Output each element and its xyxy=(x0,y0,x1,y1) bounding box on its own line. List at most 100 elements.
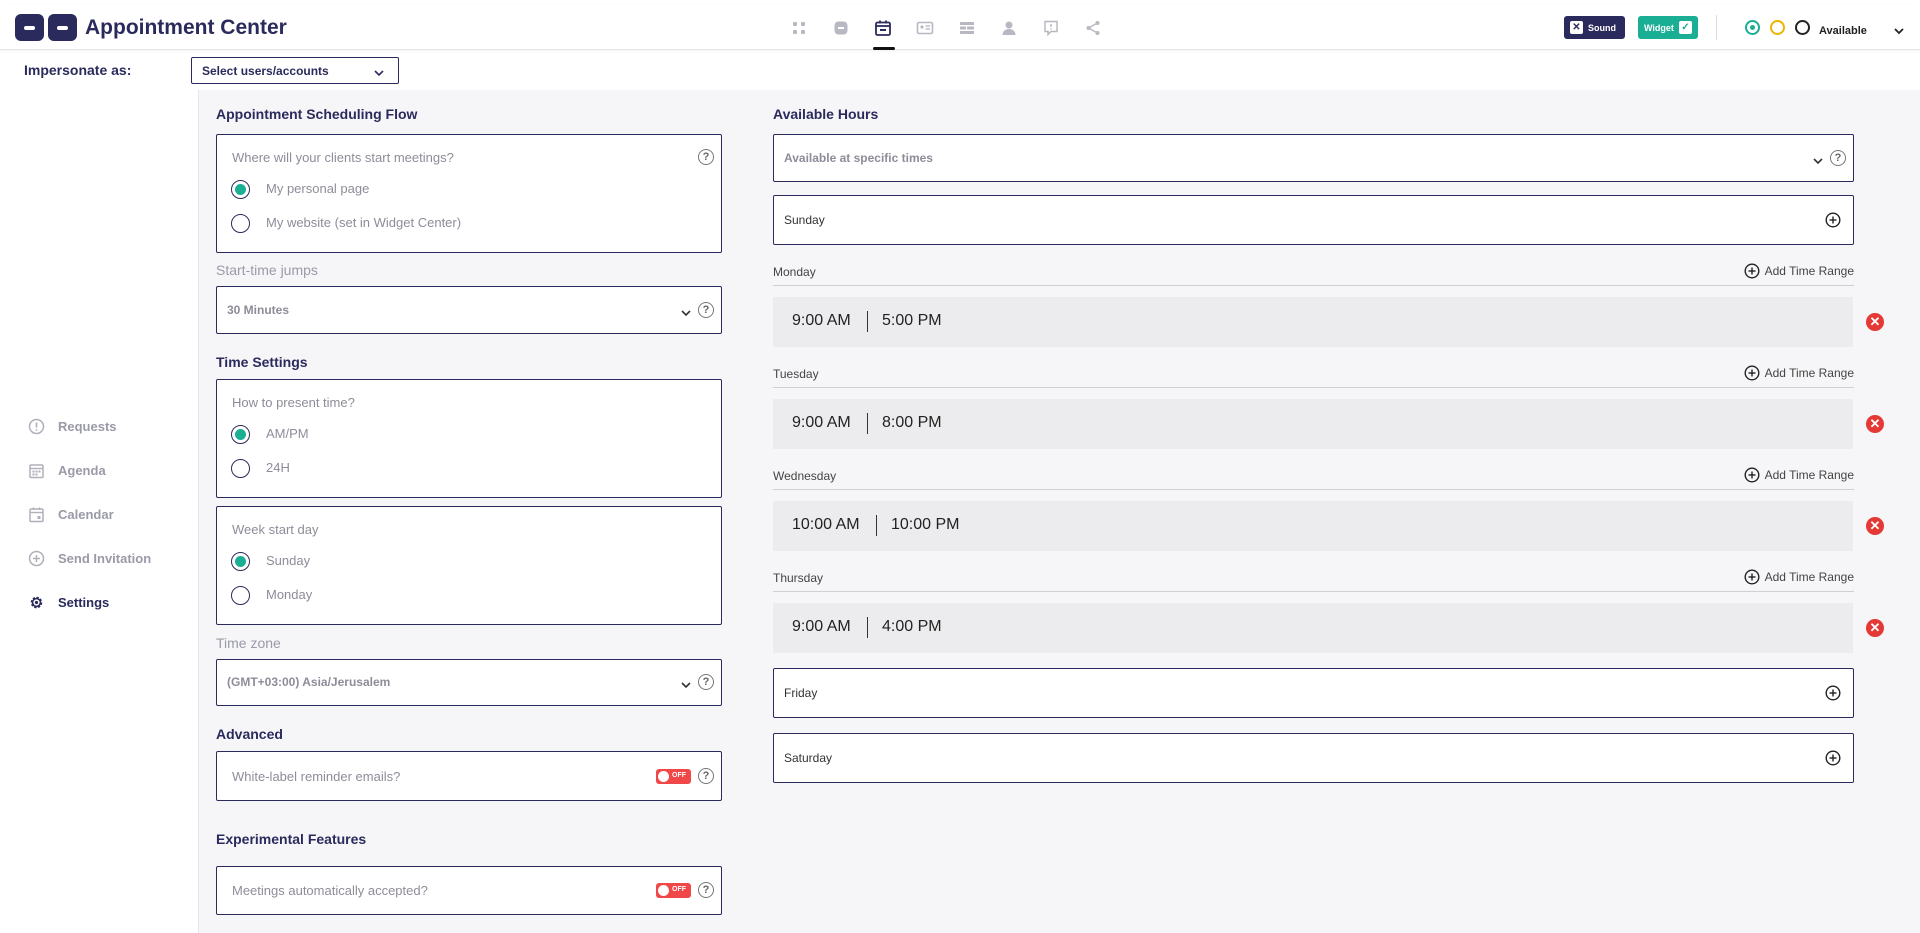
day-name: Thursday xyxy=(773,571,824,585)
auto-accept-toggle[interactable]: OFF xyxy=(656,883,691,898)
chat-icon[interactable] xyxy=(820,5,862,50)
sidebar-item-agenda[interactable]: Agenda xyxy=(28,462,106,479)
time-range-tuesday[interactable]: 9:00 AM 8:00 PM xyxy=(773,399,1853,449)
add-time-range-label: Add Time Range xyxy=(1764,570,1854,584)
day-name: Wednesday xyxy=(773,469,837,483)
help-icon[interactable]: ? xyxy=(698,882,714,898)
gear-icon xyxy=(30,596,43,609)
add-time-range-icon[interactable] xyxy=(1825,685,1841,706)
jumps-select[interactable]: 30 Minutes ? xyxy=(216,286,722,334)
add-time-range-icon[interactable] xyxy=(1825,750,1841,771)
user-icon[interactable] xyxy=(988,5,1030,50)
status-available-radio[interactable] xyxy=(1745,20,1760,35)
flow-option-website-radio[interactable] xyxy=(231,214,250,233)
add-time-range-icon[interactable] xyxy=(1825,212,1841,233)
day-row-sunday: Sunday xyxy=(773,195,1854,245)
whitelabel-card: White-label reminder emails? OFF ? xyxy=(216,751,722,801)
timezone-value: (GMT+03:00) Asia/Jerusalem xyxy=(227,675,391,689)
toggle-state: OFF xyxy=(672,772,686,779)
app-title: Appointment Center xyxy=(85,16,287,39)
sound-toggle[interactable]: ✕ Sound xyxy=(1564,16,1625,39)
share-icon[interactable] xyxy=(1072,5,1114,50)
day-name: Friday xyxy=(784,686,818,700)
widget-toggle[interactable]: Widget ✓ xyxy=(1638,16,1698,39)
apps-icon[interactable] xyxy=(778,5,820,50)
day-name: Tuesday xyxy=(773,367,819,381)
sidebar-item-settings[interactable]: Settings xyxy=(28,594,109,611)
status-menu-chevron-icon[interactable] xyxy=(1893,23,1905,41)
range-separator xyxy=(867,413,868,434)
sidebar-item-requests[interactable]: Requests xyxy=(28,418,117,435)
experimental-title: Experimental Features xyxy=(216,831,367,847)
toggle-state: OFF xyxy=(672,886,686,893)
add-time-range-button[interactable]: Add Time Range xyxy=(1744,569,1854,585)
flow-title: Appointment Scheduling Flow xyxy=(216,106,418,122)
day-header-monday: Monday Add Time Range xyxy=(773,260,1854,286)
remove-range-icon[interactable]: ✕ xyxy=(1866,517,1884,535)
logo-mark-right xyxy=(48,14,77,41)
impersonate-select[interactable]: Select users/accounts xyxy=(191,57,399,84)
plus-circle-icon xyxy=(1744,569,1760,585)
range-end-time[interactable]: 10:00 PM xyxy=(891,516,959,534)
range-end-time[interactable]: 8:00 PM xyxy=(882,414,942,432)
plus-circle-icon xyxy=(28,550,45,567)
flow-option-personal-radio[interactable] xyxy=(231,180,250,199)
top-nav xyxy=(778,5,1114,50)
timezone-select[interactable]: (GMT+03:00) Asia/Jerusalem ? xyxy=(216,659,722,706)
time-range-thursday[interactable]: 9:00 AM 4:00 PM xyxy=(773,603,1853,653)
add-time-range-label: Add Time Range xyxy=(1764,366,1854,380)
range-end-time[interactable]: 5:00 PM xyxy=(882,312,942,330)
week-monday-radio[interactable] xyxy=(231,586,250,605)
week-sunday-radio[interactable] xyxy=(231,552,250,571)
help-icon[interactable]: ? xyxy=(698,149,714,165)
time-range-wednesday[interactable]: 10:00 AM 10:00 PM xyxy=(773,501,1853,551)
chevron-down-icon xyxy=(1813,152,1823,170)
auto-accept-question: Meetings automatically accepted? xyxy=(232,883,428,898)
range-start-time[interactable]: 9:00 AM xyxy=(792,312,851,330)
sidebar-item-calendar[interactable]: Calendar xyxy=(28,506,114,523)
add-time-range-button[interactable]: Add Time Range xyxy=(1744,263,1854,279)
status-busy-radio[interactable] xyxy=(1795,20,1810,35)
sidebar-item-label: Calendar xyxy=(58,507,114,522)
sidebar: Requests Agenda Calendar Send Invitation… xyxy=(0,90,198,933)
impersonate-value: Select users/accounts xyxy=(202,64,329,78)
help-icon[interactable]: ? xyxy=(1830,150,1846,166)
flow-option-label: My personal page xyxy=(266,181,370,196)
flow-card: Where will your clients start meetings? … xyxy=(216,134,722,253)
range-start-time[interactable]: 10:00 AM xyxy=(792,516,860,534)
24h-radio[interactable] xyxy=(231,459,250,478)
sidebar-item-send-invitation[interactable]: Send Invitation xyxy=(28,550,151,567)
list-icon[interactable] xyxy=(946,5,988,50)
range-end-time[interactable]: 4:00 PM xyxy=(882,618,942,636)
day-name: Sunday xyxy=(784,213,825,227)
alert-circle-icon xyxy=(28,418,45,435)
header-divider xyxy=(1716,15,1717,40)
hours-title: Available Hours xyxy=(773,106,879,122)
plus-circle-icon xyxy=(1744,263,1760,279)
status-away-radio[interactable] xyxy=(1770,20,1785,35)
remove-range-icon[interactable]: ✕ xyxy=(1866,619,1884,637)
range-start-time[interactable]: 9:00 AM xyxy=(792,618,851,636)
ampm-radio[interactable] xyxy=(231,425,250,444)
add-time-range-button[interactable]: Add Time Range xyxy=(1744,365,1854,381)
auto-accept-card: Meetings automatically accepted? OFF ? xyxy=(216,866,722,915)
present-time-card: How to present time? AM/PM 24H xyxy=(216,379,722,498)
remove-range-icon[interactable]: ✕ xyxy=(1866,313,1884,331)
message-icon[interactable] xyxy=(1030,5,1072,50)
calendar-icon[interactable] xyxy=(862,5,904,50)
day-name: Saturday xyxy=(784,751,833,765)
time-range-monday[interactable]: 9:00 AM 5:00 PM xyxy=(773,297,1853,347)
chevron-down-icon xyxy=(374,66,384,80)
hours-mode-select[interactable]: Available at specific times ? xyxy=(773,134,1854,182)
jumps-title: Start-time jumps xyxy=(216,262,318,278)
add-time-range-button[interactable]: Add Time Range xyxy=(1744,467,1854,483)
help-icon[interactable]: ? xyxy=(698,302,714,318)
range-start-time[interactable]: 9:00 AM xyxy=(792,414,851,432)
help-icon[interactable]: ? xyxy=(698,768,714,784)
remove-range-icon[interactable]: ✕ xyxy=(1866,415,1884,433)
week-option-label: Sunday xyxy=(266,553,311,568)
calendar-icon xyxy=(29,507,44,523)
whitelabel-toggle[interactable]: OFF xyxy=(656,769,691,784)
id-card-icon[interactable] xyxy=(904,5,946,50)
help-icon[interactable]: ? xyxy=(698,674,714,690)
